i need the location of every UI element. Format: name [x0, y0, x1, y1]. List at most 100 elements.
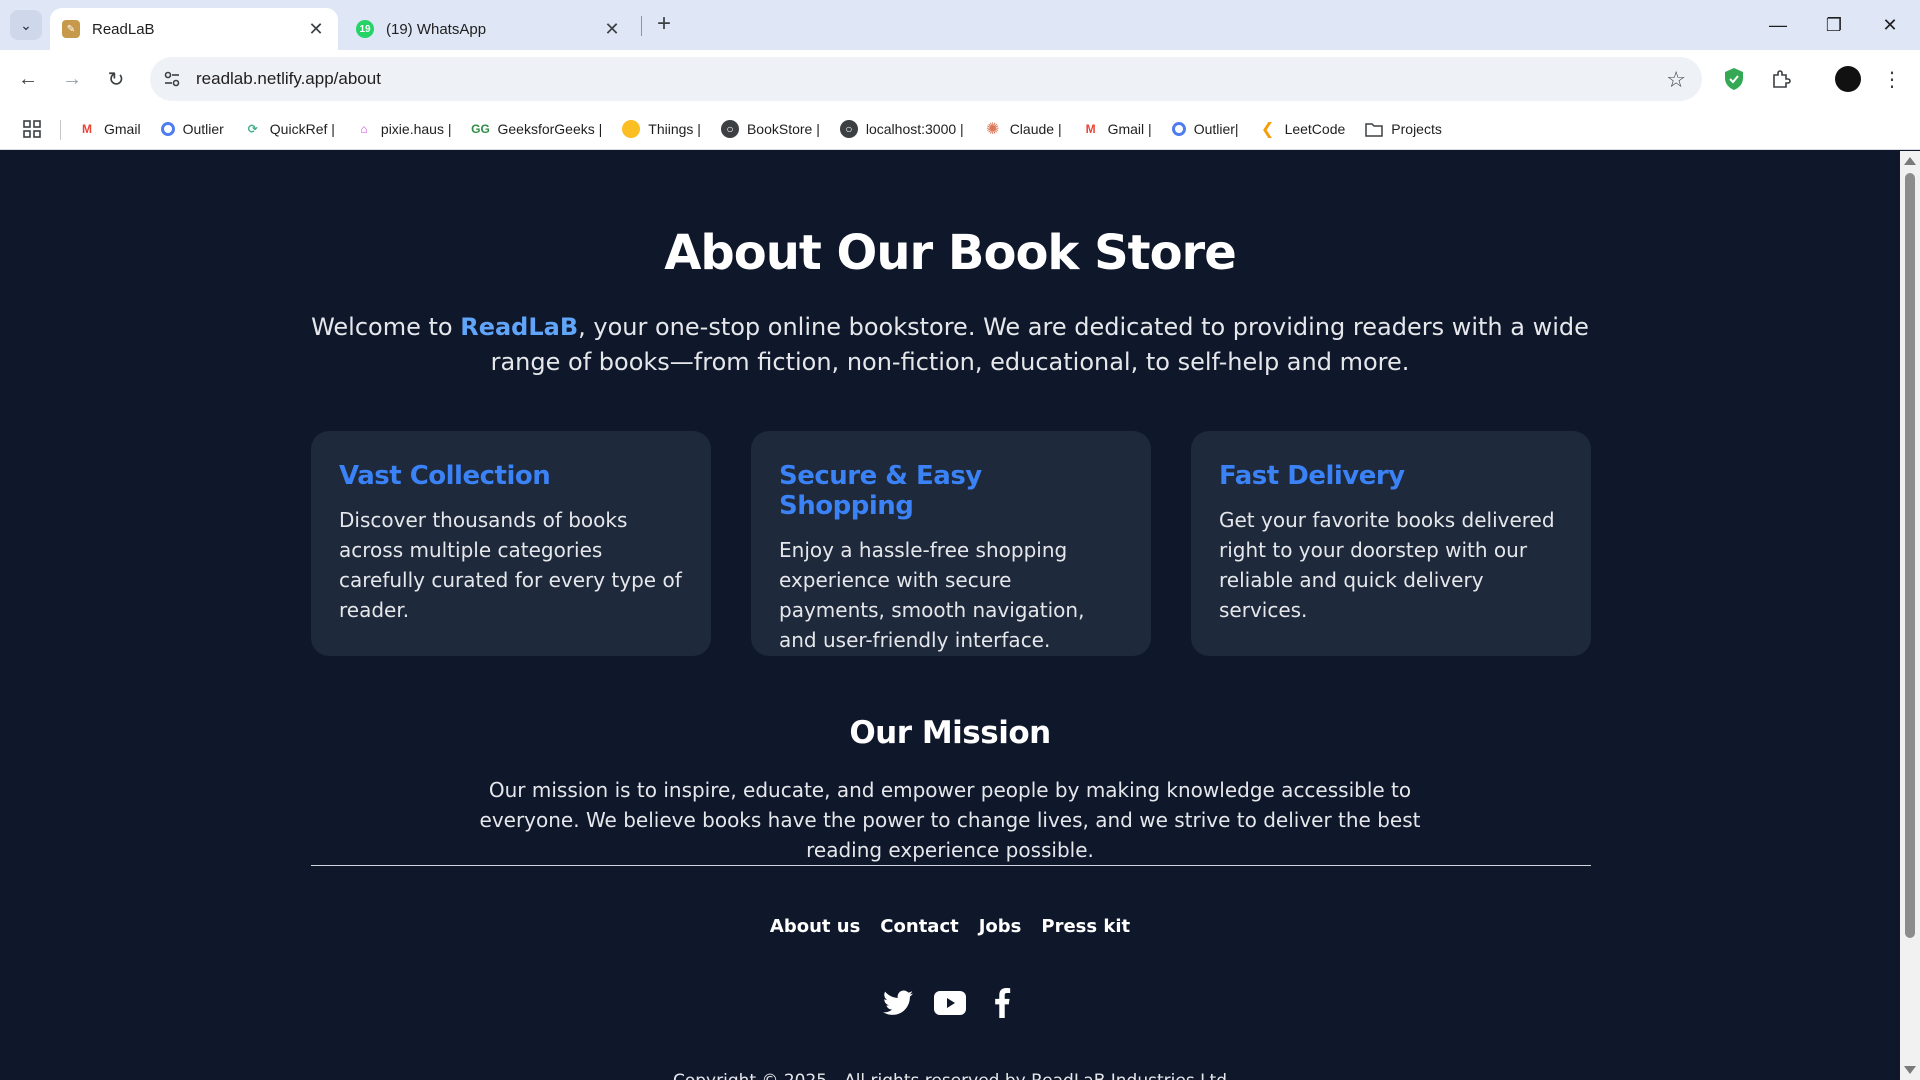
tab-search-button[interactable]: ⌄ — [10, 10, 42, 40]
feature-card-delivery: Fast Delivery Get your favorite books de… — [1191, 431, 1591, 656]
page-title: About Our Book Store — [664, 225, 1237, 281]
forward-button[interactable]: → — [56, 63, 88, 95]
bookmark-pixie[interactable]: ⌂ pixie.haus | — [355, 120, 452, 138]
scrollbar-thumb[interactable] — [1905, 173, 1915, 938]
close-tab-icon[interactable]: ✕ — [602, 19, 622, 39]
feature-text: Discover thousands of books across multi… — [339, 508, 682, 622]
extensions-puzzle-icon[interactable] — [1765, 63, 1797, 95]
tab-readlab[interactable]: ✎ ReadLaB ✕ — [50, 8, 338, 50]
bookmark-geeksforgeeks[interactable]: GG GeeksforGeeks | — [471, 120, 602, 138]
bookmark-label: pixie.haus | — [380, 121, 452, 137]
bookmark-outlier[interactable]: Outlier — [160, 121, 224, 137]
page-scrollbar[interactable] — [1900, 151, 1920, 1080]
bookmark-projects[interactable]: Projects — [1365, 120, 1442, 138]
folder-icon — [1365, 120, 1384, 138]
gmail-icon: M — [82, 122, 92, 136]
bookmark-outlier-2[interactable]: Outlier| — [1171, 121, 1239, 137]
bookmark-label: Outlier| — [1193, 121, 1239, 137]
claude-icon: ✺ — [985, 121, 1000, 138]
bookmark-claude[interactable]: ✺ Claude | — [984, 120, 1062, 138]
bookmark-quickref[interactable]: ⟳ QuickRef | — [244, 120, 335, 138]
shield-extension-icon[interactable] — [1718, 63, 1750, 95]
tab-strip: ⌄ ✎ ReadLaB ✕ 19 (19) WhatsApp ✕ + — ❐ ✕ — [0, 0, 1920, 50]
reload-icon: ↻ — [107, 68, 125, 91]
restore-button[interactable]: ❐ — [1806, 0, 1862, 50]
page-viewport: About Our Book Store Welcome to ReadLaB,… — [0, 151, 1900, 1080]
bookmark-label: Thiings | — [648, 121, 701, 137]
bookmark-leetcode[interactable]: ❮ LeetCode — [1259, 120, 1346, 138]
bookmark-label: Projects — [1391, 121, 1442, 137]
twitter-icon[interactable] — [882, 987, 914, 1019]
social-links — [0, 987, 1900, 1019]
footer-link-about[interactable]: About us — [770, 916, 860, 937]
arrow-right-icon: → — [62, 67, 82, 90]
minimize-button[interactable]: — — [1750, 0, 1806, 50]
outlier-icon — [160, 122, 175, 136]
tab-separator — [641, 16, 642, 36]
feature-title: Fast Delivery — [1219, 461, 1405, 491]
intro-prefix: Welcome to — [311, 313, 461, 341]
footer-link-contact[interactable]: Contact — [880, 916, 958, 937]
new-tab-button[interactable]: + — [650, 10, 678, 38]
outlier-icon — [1171, 122, 1186, 136]
tab-whatsapp[interactable]: 19 (19) WhatsApp ✕ — [344, 8, 634, 50]
globe-icon: ○ — [839, 120, 858, 138]
feature-text: Enjoy a hassle-free shopping experience … — [779, 538, 1085, 652]
tab-title: (19) WhatsApp — [386, 20, 487, 38]
apps-grid-icon[interactable] — [22, 119, 42, 139]
feature-text: Get your favorite books delivered right … — [1219, 508, 1555, 622]
url-text: readlab.netlify.app/about — [196, 69, 381, 88]
chevron-down-icon: ⌄ — [20, 16, 32, 33]
quickref-icon: ⟳ — [247, 122, 258, 136]
address-bar[interactable]: readlab.netlify.app/about ☆ — [150, 57, 1702, 101]
bookmark-label: Outlier — [182, 121, 224, 137]
browser-menu-icon[interactable]: ⋮ — [1876, 63, 1908, 95]
profile-avatar[interactable] — [1832, 63, 1864, 95]
gfg-icon: GG — [471, 122, 490, 136]
close-tab-icon[interactable]: ✕ — [306, 19, 326, 39]
mission-title: Our Mission — [849, 715, 1051, 751]
bookmark-label: LeetCode — [1284, 121, 1346, 137]
bookmark-divider — [60, 120, 61, 140]
back-button[interactable]: ← — [12, 63, 44, 95]
scroll-down-arrow-icon[interactable] — [1904, 1066, 1916, 1074]
bookmark-gmail-2[interactable]: M Gmail | — [1082, 120, 1152, 138]
site-settings-icon[interactable] — [162, 69, 182, 89]
footer-link-jobs[interactable]: Jobs — [979, 916, 1022, 937]
bookmark-label: Gmail | — [1107, 121, 1152, 137]
bookmark-thiings[interactable]: Thiings | — [622, 120, 701, 138]
feature-card-collection: Vast Collection Discover thousands of bo… — [311, 431, 711, 656]
bookmark-star-icon[interactable]: ☆ — [1666, 67, 1686, 93]
scroll-up-arrow-icon[interactable] — [1904, 157, 1916, 165]
footer-divider — [311, 865, 1591, 866]
bookmark-label: Gmail — [104, 121, 141, 137]
bookmark-label: BookStore | — [746, 121, 820, 137]
tab-title: ReadLaB — [92, 20, 155, 38]
feature-card-shopping: Secure & Easy Shopping Enjoy a hassle-fr… — [751, 431, 1151, 656]
bookmark-label: QuickRef | — [269, 121, 335, 137]
gmail-icon: M — [1085, 122, 1096, 136]
bookmark-localhost[interactable]: ○ localhost:3000 | — [839, 120, 964, 138]
brand-name: ReadLaB — [460, 313, 579, 341]
bookmark-label: Claude | — [1009, 121, 1062, 137]
bookmark-label: GeeksforGeeks | — [497, 121, 603, 137]
bookmark-gmail[interactable]: M Gmail — [78, 120, 141, 138]
whatsapp-favicon-icon: 19 — [356, 20, 374, 38]
close-window-button[interactable]: ✕ — [1862, 0, 1918, 50]
footer-link-press-kit[interactable]: Press kit — [1041, 916, 1130, 937]
pixie-icon: ⌂ — [360, 122, 368, 136]
bookmark-bookstore[interactable]: ○ BookStore | — [720, 120, 820, 138]
bookmarks-bar: M Gmail Outlier ⟳ QuickRef | ⌂ pixie.haus |… — [0, 108, 1920, 150]
globe-icon: ○ — [720, 120, 739, 138]
youtube-icon[interactable] — [934, 987, 966, 1019]
copyright-text: Copyright © 2025 - All rights reserved b… — [0, 1071, 1900, 1080]
reload-button[interactable]: ↻ — [100, 63, 132, 95]
mission-text: Our mission is to inspire, educate, and … — [479, 778, 1421, 862]
thiings-icon — [622, 120, 641, 138]
facebook-icon[interactable] — [986, 987, 1018, 1019]
bookmark-label: localhost:3000 | — [865, 121, 964, 137]
intro-suffix: , your one-stop online bookstore. We are… — [490, 313, 1589, 376]
footer-nav: About us Contact Jobs Press kit — [0, 916, 1900, 937]
readlab-favicon-icon: ✎ — [62, 20, 80, 38]
feature-title: Vast Collection — [339, 461, 551, 491]
